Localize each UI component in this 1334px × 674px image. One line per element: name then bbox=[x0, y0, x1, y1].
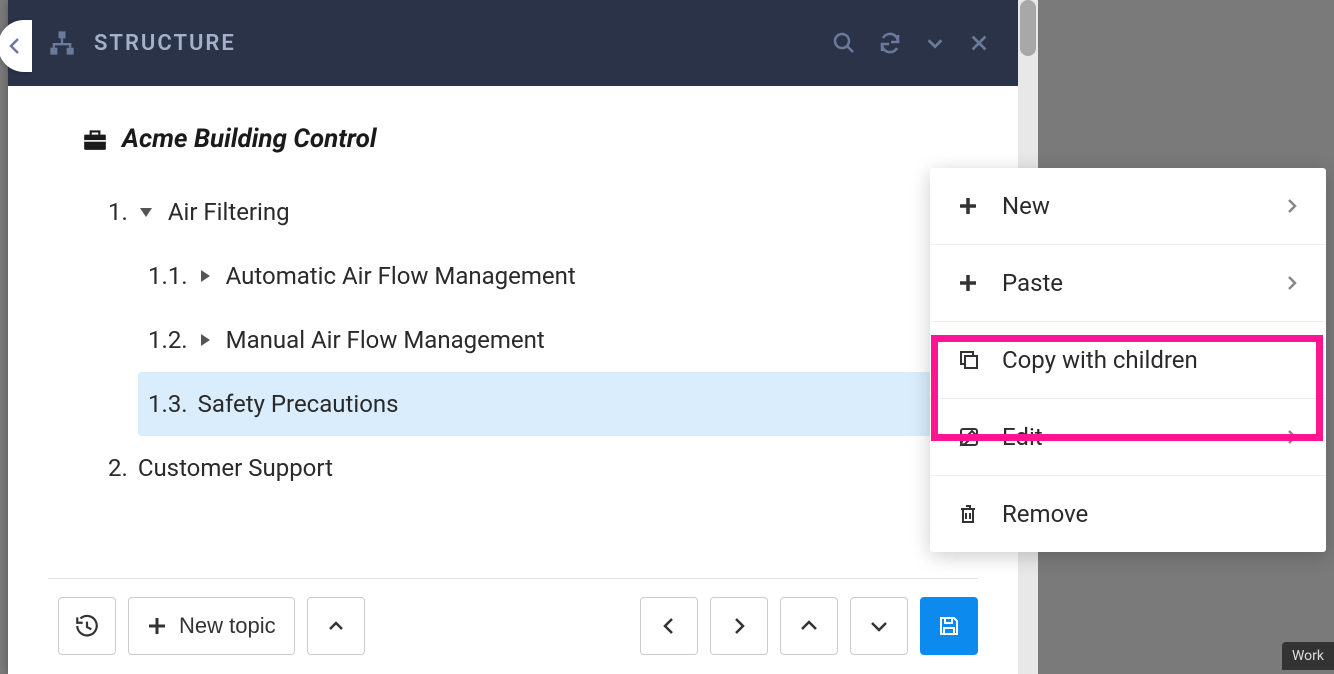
root-node[interactable]: Acme Building Control bbox=[58, 116, 978, 180]
new-topic-button[interactable]: New topic bbox=[128, 597, 295, 655]
nav-prev-button[interactable] bbox=[640, 597, 698, 655]
panel-header: STRUCTURE bbox=[8, 0, 1018, 86]
node-number: 1.2. bbox=[148, 326, 188, 354]
menu-label: Edit bbox=[1002, 423, 1286, 451]
save-button[interactable] bbox=[920, 597, 978, 655]
copy-icon bbox=[958, 349, 1002, 371]
new-topic-dropdown[interactable] bbox=[307, 597, 365, 655]
search-icon[interactable] bbox=[832, 31, 856, 55]
tree-node-1[interactable]: 1. Air Filtering bbox=[58, 180, 978, 244]
menu-label: Remove bbox=[1002, 500, 1298, 528]
collapse-left-icon bbox=[8, 37, 22, 55]
refresh-icon[interactable] bbox=[878, 31, 902, 55]
caret-down-icon[interactable] bbox=[138, 205, 154, 219]
chevron-right-icon bbox=[1286, 197, 1298, 215]
chevron-down-icon[interactable] bbox=[924, 32, 946, 54]
menu-item-remove[interactable]: Remove bbox=[930, 476, 1326, 552]
collapse-panel-tab[interactable] bbox=[0, 20, 32, 72]
background-badge: Work bbox=[1282, 642, 1334, 670]
context-menu: New Paste Copy with children Edit bbox=[930, 168, 1326, 552]
menu-label: Paste bbox=[1002, 269, 1286, 297]
nav-down-button[interactable] bbox=[850, 597, 908, 655]
tree-node-1-3-selected[interactable]: 1.3. Safety Precautions bbox=[138, 372, 978, 436]
panel-title: STRUCTURE bbox=[94, 31, 832, 56]
plus-icon bbox=[958, 273, 1002, 293]
node-label: Safety Precautions bbox=[198, 390, 399, 418]
menu-item-new[interactable]: New bbox=[930, 168, 1326, 245]
history-button[interactable] bbox=[58, 597, 116, 655]
node-label: Customer Support bbox=[138, 454, 333, 482]
new-topic-label: New topic bbox=[179, 613, 276, 639]
trash-icon bbox=[958, 503, 1002, 525]
structure-panel: STRUCTURE bbox=[8, 0, 1018, 674]
edit-icon bbox=[958, 426, 1002, 448]
caret-right-icon[interactable] bbox=[198, 332, 212, 348]
menu-label: Copy with children bbox=[1002, 346, 1298, 374]
close-icon[interactable] bbox=[968, 32, 990, 54]
chevron-right-icon bbox=[1286, 274, 1298, 292]
scrollbar-thumb[interactable] bbox=[1020, 0, 1036, 56]
nav-group bbox=[640, 597, 908, 655]
tree-area: Acme Building Control 1. Air Filtering 1… bbox=[8, 86, 1018, 556]
footer-toolbar: New topic bbox=[8, 579, 1018, 673]
chevron-right-icon bbox=[1286, 428, 1298, 446]
briefcase-icon bbox=[82, 127, 108, 151]
tree-node-1-2[interactable]: 1.2. Manual Air Flow Management bbox=[58, 308, 978, 372]
caret-right-icon[interactable] bbox=[198, 268, 212, 284]
node-label: Air Filtering bbox=[168, 198, 290, 226]
header-actions bbox=[832, 31, 990, 55]
nav-next-button[interactable] bbox=[710, 597, 768, 655]
node-label: Manual Air Flow Management bbox=[226, 326, 545, 354]
menu-item-copy-with-children[interactable]: Copy with children bbox=[930, 322, 1326, 399]
root-title: Acme Building Control bbox=[122, 124, 377, 154]
menu-item-edit[interactable]: Edit bbox=[930, 399, 1326, 476]
tree-node-2[interactable]: 2. Customer Support bbox=[58, 436, 978, 500]
node-number: 1.3. bbox=[148, 390, 188, 418]
menu-label: New bbox=[1002, 192, 1286, 220]
node-number: 2. bbox=[108, 454, 128, 482]
structure-icon bbox=[48, 29, 76, 57]
tree-node-1-1[interactable]: 1.1. Automatic Air Flow Management bbox=[58, 244, 978, 308]
node-number: 1.1. bbox=[148, 262, 188, 290]
node-label: Automatic Air Flow Management bbox=[226, 262, 576, 290]
plus-icon bbox=[147, 616, 167, 636]
node-number: 1. bbox=[108, 198, 128, 226]
plus-icon bbox=[958, 196, 1002, 216]
menu-item-paste[interactable]: Paste bbox=[930, 245, 1326, 322]
nav-up-button[interactable] bbox=[780, 597, 838, 655]
